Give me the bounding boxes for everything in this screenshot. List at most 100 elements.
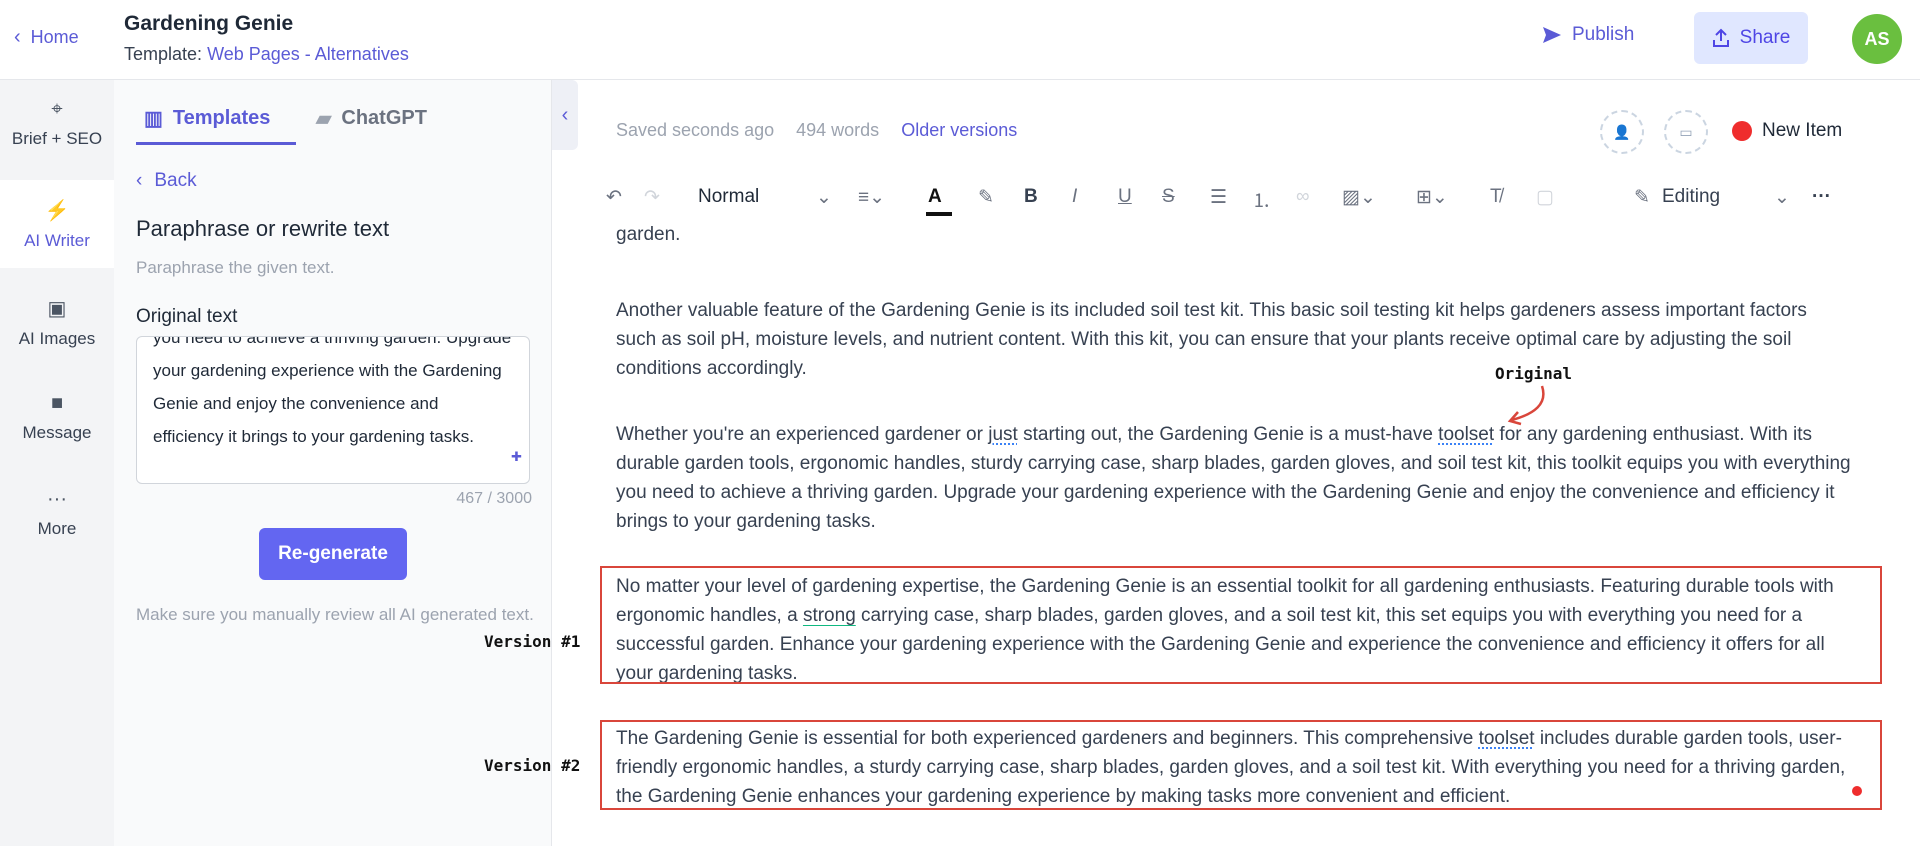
chevron-left-icon: ‹	[136, 170, 143, 191]
table-icon[interactable]: ⊞⌄	[1416, 186, 1448, 209]
template-link[interactable]: Web Pages - Alternatives	[207, 44, 409, 64]
version-2-highlight	[600, 720, 1882, 810]
italic-icon[interactable]: I	[1072, 186, 1077, 208]
paragraph: Another valuable feature of the Gardenin…	[616, 300, 1807, 379]
tab-label: ChatGPT	[341, 107, 427, 129]
add-circle-icon[interactable]: ✚	[511, 449, 522, 465]
panel-tabs: ▥ Templates ▰ ChatGPT	[114, 80, 552, 146]
share-label: Share	[1739, 27, 1791, 48]
original-text-input[interactable]: you need to achieve a thriving garden. U…	[136, 336, 530, 484]
tab-label: Templates	[172, 107, 271, 129]
left-rail: ⌖ Brief + SEO ⚡ AI Writer ▣ AI Images ■ …	[0, 80, 114, 846]
chat-bubbles-icon: ▰	[316, 108, 332, 130]
spelling-suggestion[interactable]: just	[988, 424, 1018, 445]
more-options-icon[interactable]: ···	[1812, 186, 1831, 208]
undo-icon[interactable]: ↶	[606, 186, 622, 209]
status-dot-icon	[1732, 121, 1752, 141]
editor-status: Saved seconds ago 494 words Older versio…	[616, 120, 1017, 141]
align-icon[interactable]: ≡⌄	[858, 186, 885, 209]
image-insert-icon[interactable]: ▨⌄	[1342, 186, 1376, 209]
annotation-version-2-label: Version #2	[484, 756, 581, 775]
crosshair-icon: ⌖	[51, 98, 63, 120]
collapse-panel-button[interactable]: ‹	[552, 80, 578, 150]
bullet-list-icon[interactable]: ☰	[1210, 186, 1227, 209]
strikethrough-icon[interactable]: S	[1162, 186, 1175, 208]
pencil-icon: ✎	[1634, 187, 1650, 208]
original-text-label: Original text	[136, 306, 238, 327]
templates-icon: ▥	[144, 108, 163, 130]
older-versions-link[interactable]: Older versions	[901, 120, 1017, 141]
rail-item-message[interactable]: ■ Message	[0, 392, 114, 462]
regenerate-button[interactable]: Re-generate	[259, 528, 407, 580]
assign-icon[interactable]: ▭	[1664, 110, 1708, 154]
send-icon	[1543, 27, 1561, 43]
share-button[interactable]: Share	[1694, 12, 1808, 64]
annotation-version-1-label: Version #1	[484, 632, 581, 651]
rail-label: Brief + SEO	[11, 129, 103, 148]
chevron-down-icon[interactable]: ⌄	[1774, 186, 1790, 209]
active-tab-indicator	[136, 142, 296, 145]
rail-item-ai-images[interactable]: ▣ AI Images	[0, 296, 114, 366]
publish-label: Publish	[1572, 24, 1635, 45]
avatar[interactable]: AS	[1852, 14, 1902, 64]
font-color-swatch	[926, 212, 952, 216]
add-collaborator-icon[interactable]: 👤	[1600, 110, 1644, 154]
home-link[interactable]: ‹ Home	[14, 26, 79, 49]
tool-description: Paraphrase the given text.	[136, 258, 335, 277]
image-icon: ▣	[47, 298, 67, 320]
lightning-icon: ⚡	[44, 200, 70, 222]
rail-label: Message	[22, 423, 92, 442]
saved-status: Saved seconds ago	[616, 120, 775, 140]
tool-title: Paraphrase or rewrite text	[136, 216, 390, 241]
annotation-arrow-icon	[1507, 385, 1545, 426]
clear-format-icon[interactable]: T̸	[1490, 186, 1502, 208]
template-prefix: Template:	[124, 44, 203, 64]
rail-label: AI Images	[18, 329, 96, 348]
text-run: Whether you're an experienced gardener o…	[616, 424, 989, 445]
rail-item-brief-seo[interactable]: ⌖ Brief + SEO	[0, 98, 114, 168]
text-run: starting out, the Gardening Genie is a m…	[1017, 424, 1439, 445]
upload-icon	[1712, 28, 1729, 47]
template-info: Template: Web Pages - Alternatives	[124, 44, 409, 65]
status-indicator[interactable]: New Item	[1732, 120, 1842, 142]
cursor-marker-icon	[1852, 786, 1862, 796]
rail-item-ai-writer[interactable]: ⚡ AI Writer	[0, 180, 114, 268]
back-label: Back	[154, 170, 197, 191]
document-title: Gardening Genie	[124, 12, 294, 35]
highlight-icon[interactable]: ✎	[978, 186, 994, 209]
ai-writer-panel: ▥ Templates ▰ ChatGPT ‹ Back Paraphrase …	[114, 80, 552, 846]
numbered-list-icon[interactable]: ⒈	[1252, 186, 1271, 213]
original-text-value: you need to achieve a thriving garden. U…	[153, 336, 512, 446]
annotation-original-label: Original	[1495, 364, 1573, 383]
chat-icon: ■	[50, 392, 64, 414]
link-icon[interactable]: ∞	[1296, 186, 1310, 208]
font-color-icon[interactable]: A	[928, 186, 942, 208]
tab-templates[interactable]: ▥ Templates	[144, 106, 270, 131]
back-link[interactable]: ‹ Back	[136, 170, 197, 192]
home-label: Home	[30, 27, 79, 47]
publish-button[interactable]: Publish	[1542, 24, 1634, 46]
bold-icon[interactable]: B	[1024, 186, 1038, 208]
rail-label: AI Writer	[24, 231, 90, 250]
character-counter: 467 / 3000	[456, 490, 532, 507]
ellipsis-icon: ···	[47, 488, 67, 510]
top-bar: ‹ Home Gardening Genie Template: Web Pag…	[0, 0, 1920, 80]
editing-mode-select[interactable]: Editing	[1662, 186, 1720, 208]
status-label: New Item	[1762, 120, 1843, 141]
chevron-left-icon: ‹	[14, 26, 21, 48]
chevron-down-icon[interactable]: ⌄	[816, 186, 832, 209]
version-1-highlight	[600, 566, 1882, 684]
paragraph-original: Whether you're an experienced gardener o…	[616, 420, 1852, 536]
word-count: 494 words	[796, 120, 880, 140]
spelling-suggestion[interactable]: toolset	[1438, 424, 1494, 445]
redo-icon[interactable]: ↷	[644, 186, 660, 209]
tab-chatgpt[interactable]: ▰ ChatGPT	[316, 106, 427, 131]
rail-item-more[interactable]: ··· More	[0, 488, 114, 558]
review-note: Make sure you manually review all AI gen…	[136, 605, 534, 624]
underline-icon[interactable]: U	[1118, 186, 1132, 208]
style-select[interactable]: Normal	[698, 186, 759, 208]
paragraph: garden.	[616, 224, 681, 245]
comment-icon[interactable]: ▢	[1536, 186, 1554, 209]
rail-label: More	[37, 519, 77, 538]
formatting-toolbar: ↶ ↷ Normal ⌄ ≡⌄ A ✎ B I U S ☰ ⒈ ∞ ▨⌄ ⊞⌄ …	[606, 186, 1836, 216]
